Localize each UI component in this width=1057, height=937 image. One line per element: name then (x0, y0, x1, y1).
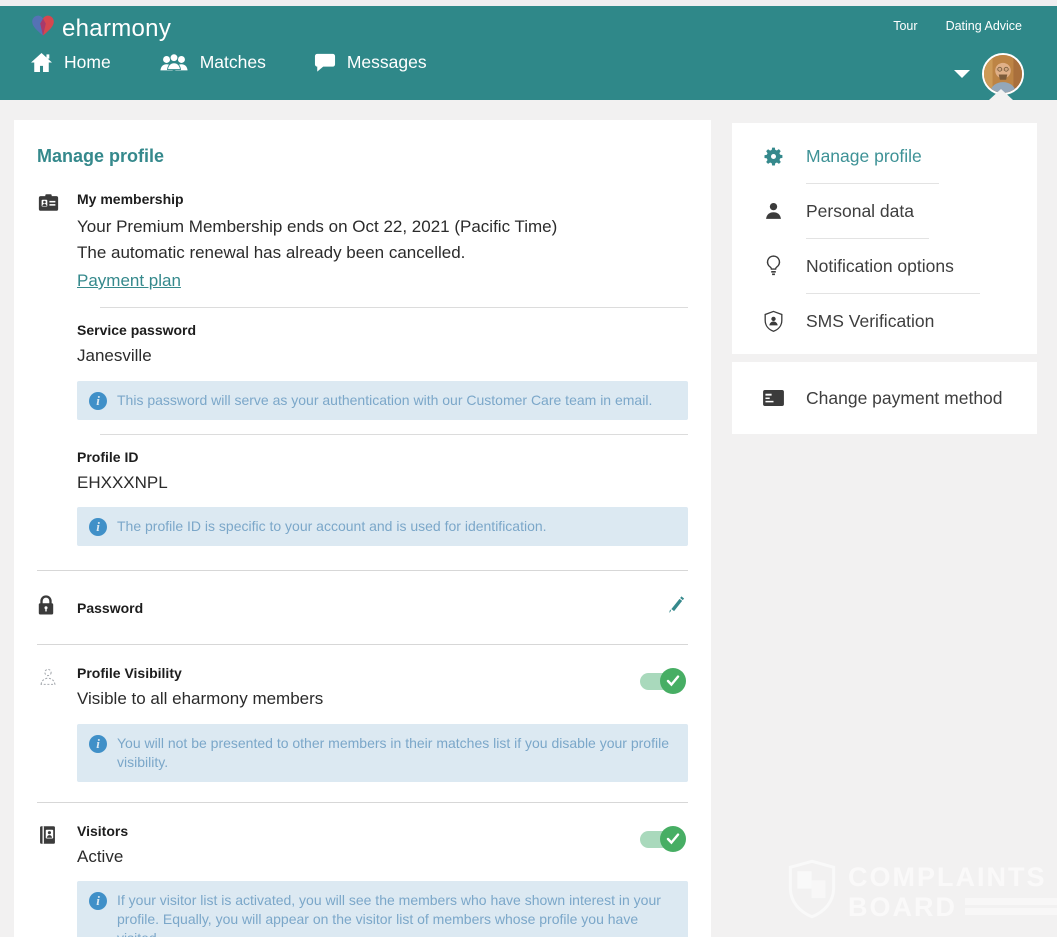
heart-logo-icon (30, 14, 56, 43)
info-icon (89, 735, 107, 753)
shield-logo-icon (786, 858, 838, 925)
membership-section: My membership Your Premium Membership en… (14, 191, 711, 291)
main-nav: Home Matches Messages (0, 52, 1057, 73)
messages-icon (314, 52, 336, 73)
visitors-section: Visitors Active If your visitor list is … (14, 803, 711, 937)
matches-icon (159, 52, 189, 73)
divider (100, 307, 688, 308)
info-icon (89, 392, 107, 410)
service-password-label: Service password (77, 322, 688, 338)
nav-messages-label: Messages (347, 52, 427, 73)
membership-line2: The automatic renewal has already been c… (77, 240, 688, 266)
profile-visibility-label: Profile Visibility (77, 665, 640, 681)
lock-icon (37, 593, 77, 622)
service-password-info-text: This password will serve as your authent… (117, 391, 652, 410)
menu-item-label: SMS Verification (806, 311, 934, 332)
profile-visibility-value: Visible to all eharmony members (77, 686, 640, 712)
menu-item-sms-verification[interactable]: SMS Verification (732, 294, 1037, 348)
menu-item-change-payment-method[interactable]: Change payment method (732, 371, 1037, 425)
person-dashed-icon (37, 665, 77, 782)
service-password-section: Service password Janesville This passwor… (14, 322, 711, 420)
membership-label: My membership (77, 191, 688, 207)
menu-item-label: Manage profile (806, 146, 922, 167)
home-icon (30, 52, 53, 73)
toggle-knob-check-icon (660, 826, 686, 852)
manage-profile-card: Manage profile My membership Your Premiu… (14, 120, 711, 937)
menu-item-personal-data[interactable]: Personal data (732, 184, 1037, 238)
menu-item-label: Change payment method (806, 388, 1003, 409)
brand-name: eharmony (62, 15, 171, 43)
password-section: Password (14, 571, 711, 644)
menu-item-manage-profile[interactable]: Manage profile (732, 129, 1037, 183)
dating-advice-link[interactable]: Dating Advice (946, 19, 1022, 33)
visitors-info-text: If your visitor list is activated, you w… (117, 891, 674, 937)
profile-id-value: EHXXXNPL (77, 470, 688, 496)
app-header: eharmony Tour Dating Advice Home Matches (0, 6, 1057, 100)
watermark-line1: COMPLAINTS (848, 862, 1057, 892)
profile-id-info-text: The profile ID is specific to your accou… (117, 517, 547, 536)
watermark-tagline-bars (965, 895, 1057, 918)
nav-messages[interactable]: Messages (314, 52, 427, 73)
menu-item-label: Notification options (806, 256, 954, 277)
chevron-down-icon[interactable] (954, 70, 970, 78)
membership-card-icon (37, 191, 77, 291)
profile-visibility-info-text: You will not be presented to other membe… (117, 734, 674, 772)
profile-visibility-section: Profile Visibility Visible to all eharmo… (14, 645, 711, 782)
lightbulb-icon (761, 254, 785, 278)
nav-home[interactable]: Home (30, 52, 111, 73)
info-icon (89, 892, 107, 910)
divider (100, 434, 688, 435)
service-password-value: Janesville (77, 343, 688, 369)
account-menu-card: Manage profile Personal data Notificatio… (732, 123, 1037, 354)
menu-item-label: Personal data (806, 201, 914, 222)
account-menu-popup: Manage profile Personal data Notificatio… (732, 123, 1037, 434)
password-label: Password (77, 600, 664, 616)
nav-matches[interactable]: Matches (159, 52, 266, 73)
payment-menu-card: Change payment method (732, 362, 1037, 434)
payment-plan-link[interactable]: Payment plan (77, 271, 181, 291)
shield-person-icon (761, 310, 785, 333)
contact-book-icon (37, 823, 77, 937)
nav-matches-label: Matches (200, 52, 266, 73)
avatar-menu-pointer (989, 89, 1013, 100)
person-icon (761, 200, 785, 222)
complaintsboard-watermark: COMPLAINTS BOARD (786, 858, 1057, 925)
tour-link[interactable]: Tour (893, 19, 917, 33)
profile-id-label: Profile ID (77, 449, 688, 465)
pencil-icon[interactable] (664, 593, 688, 622)
toggle-knob-check-icon (660, 668, 686, 694)
service-password-info-box: This password will serve as your authent… (77, 381, 688, 420)
page-title: Manage profile (37, 146, 688, 167)
profile-id-info-box: The profile ID is specific to your accou… (77, 507, 688, 546)
profile-visibility-info-box: You will not be presented to other membe… (77, 724, 688, 782)
info-icon (89, 518, 107, 536)
visitors-label: Visitors (77, 823, 640, 839)
nav-home-label: Home (64, 52, 111, 73)
visitors-info-box: If your visitor list is activated, you w… (77, 881, 688, 937)
watermark-line2: BOARD (848, 892, 957, 922)
gear-icon (761, 145, 785, 168)
menu-item-notification-options[interactable]: Notification options (732, 239, 1037, 293)
visitors-toggle[interactable] (640, 829, 686, 849)
membership-line1: Your Premium Membership ends on Oct 22, … (77, 214, 688, 240)
profile-visibility-toggle[interactable] (640, 671, 686, 691)
credit-card-icon (761, 389, 785, 407)
visitors-value: Active (77, 844, 640, 870)
profile-id-section: Profile ID EHXXXNPL The profile ID is sp… (14, 449, 711, 547)
eharmony-logo[interactable]: eharmony (30, 14, 171, 43)
